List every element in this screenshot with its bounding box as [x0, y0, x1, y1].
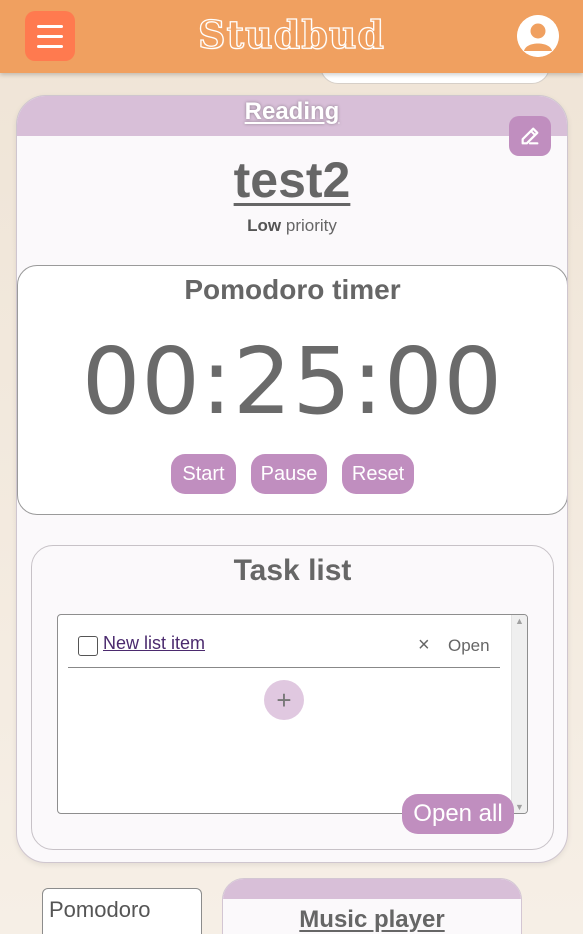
pomodoro-controls: Start Pause Reset	[18, 454, 567, 494]
music-player-title[interactable]: Music player	[223, 906, 521, 934]
pomodoro-mini-label: Pomodoro	[49, 897, 151, 922]
open-all-button[interactable]: Open all	[402, 794, 514, 834]
user-profile-button[interactable]	[517, 15, 559, 57]
priority-text: Low priority	[17, 216, 567, 236]
pomodoro-mini-card[interactable]: Pomodoro	[42, 888, 202, 934]
pause-button[interactable]: Pause	[251, 454, 327, 494]
edit-pencil-icon	[521, 127, 539, 145]
edit-button[interactable]	[509, 116, 551, 156]
task-category-title[interactable]: Reading	[17, 98, 567, 126]
list-item: New list item × Open	[68, 625, 500, 668]
start-button[interactable]: Start	[171, 454, 236, 494]
list-item-link[interactable]: New list item	[103, 633, 205, 654]
list-item-open-button[interactable]: Open	[448, 636, 490, 656]
top-app-bar: Studbud	[0, 0, 583, 73]
priority-suffix: priority	[285, 216, 337, 235]
music-player-header	[223, 879, 521, 899]
add-item-button[interactable]: +	[264, 680, 304, 720]
task-list-title: Task list	[233, 554, 352, 587]
pomodoro-timer-card: Pomodoro timer 00:25:00 Start Pause Rese…	[17, 265, 567, 515]
app-brand: Studbud	[197, 11, 385, 57]
list-item-checkbox[interactable]	[78, 636, 98, 656]
priority-level: Low	[247, 216, 282, 235]
task-card: Reading test2 Low priority Pomodoro time…	[16, 95, 568, 863]
user-avatar-icon	[517, 15, 559, 57]
close-icon[interactable]: ×	[418, 633, 430, 657]
reset-button[interactable]: Reset	[342, 454, 414, 494]
scroll-up-arrow-icon[interactable]: ▲	[512, 616, 527, 626]
task-name[interactable]: test2	[17, 151, 567, 209]
scroll-down-arrow-icon[interactable]: ▼	[512, 802, 527, 812]
list-scrollbar[interactable]: ▲ ▼	[511, 615, 527, 813]
task-list-box[interactable]: ▲ ▼ New list item × Open +	[57, 614, 528, 814]
task-list-card: Task list ▲ ▼ New list item × Open + Ope…	[31, 545, 554, 850]
music-player-card: Music player	[222, 878, 522, 934]
pomodoro-title: Pomodoro timer	[184, 274, 401, 305]
plus-icon: +	[276, 684, 292, 715]
pomodoro-time-display: 00:25:00	[81, 328, 504, 435]
